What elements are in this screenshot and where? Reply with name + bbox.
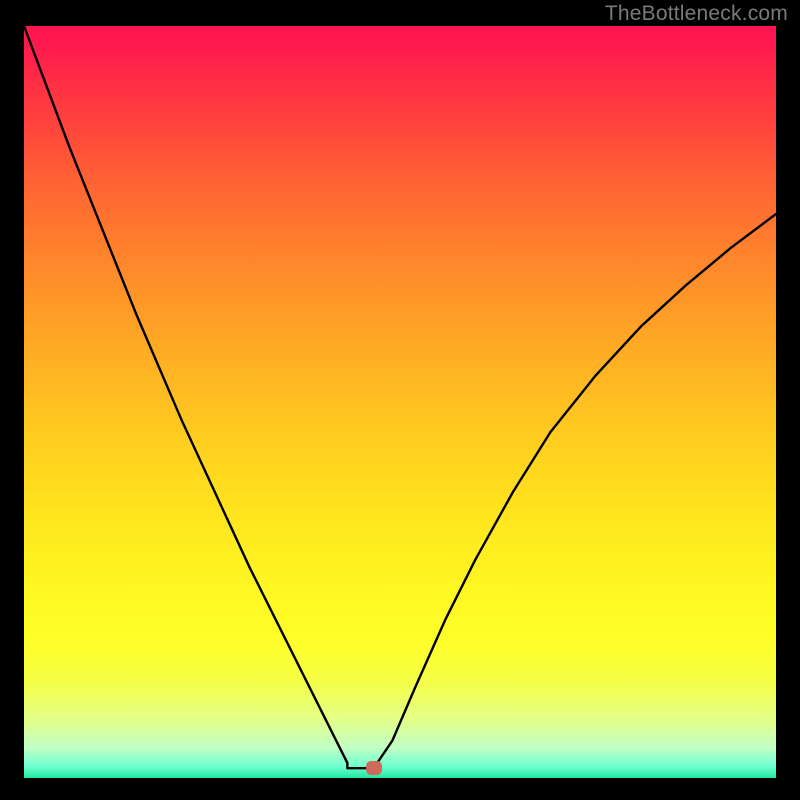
curve-path [24,26,776,768]
chart-wrap: TheBottleneck.com [0,0,800,800]
plot-area [24,26,776,778]
watermark-text: TheBottleneck.com [605,2,788,26]
curve-svg [24,26,776,778]
minimum-marker [366,761,382,775]
